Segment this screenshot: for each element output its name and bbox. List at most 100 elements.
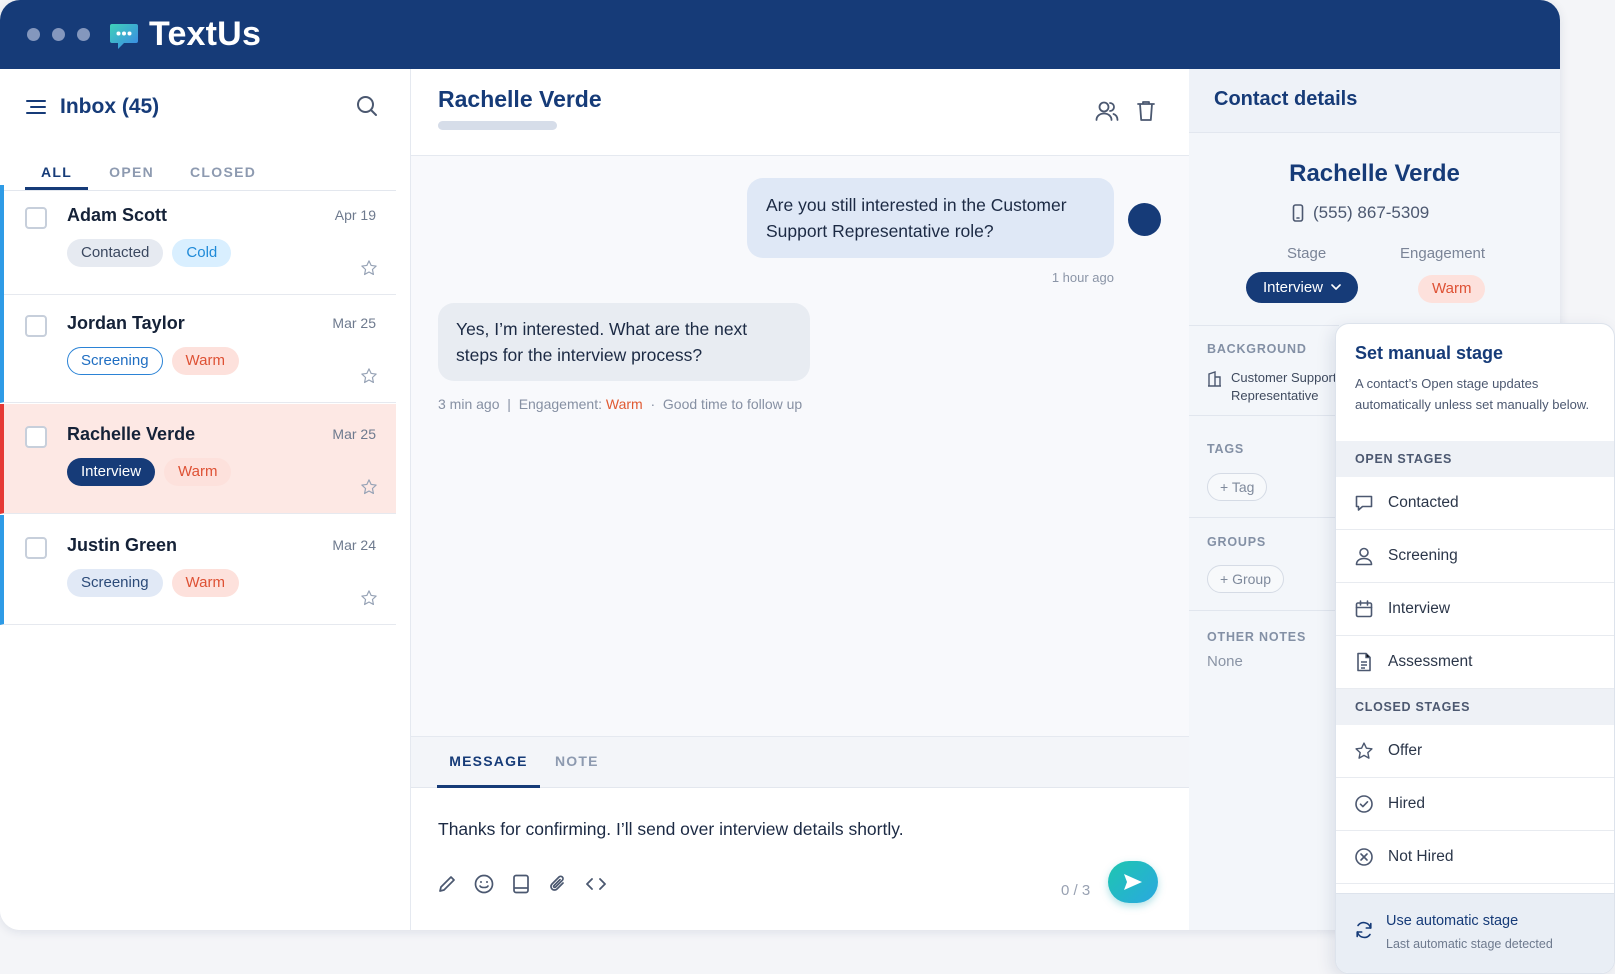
star-icon[interactable]: [360, 589, 378, 607]
add-tag-button[interactable]: + Tag: [1207, 473, 1268, 501]
contact-name: Rachelle Verde: [1289, 160, 1460, 187]
stage-menu-popover: Set manual stage A contact’s Open stage …: [1335, 323, 1615, 974]
contact-name: Adam Scott: [67, 205, 168, 225]
message-input[interactable]: Thanks for confirming. I’ll send over in…: [438, 819, 904, 840]
contact-name: Rachelle Verde: [67, 424, 196, 444]
refresh-icon: [1356, 921, 1372, 939]
star-icon[interactable]: [360, 259, 378, 277]
send-icon: [1124, 874, 1142, 890]
select-checkbox[interactable]: [25, 315, 47, 337]
tab-message[interactable]: MESSAGE: [437, 737, 540, 788]
conversation-item-selected[interactable]: Rachelle Verde Mar 25 Interview Warm: [0, 404, 396, 514]
trash-icon[interactable]: [1136, 100, 1156, 122]
contacts-icon[interactable]: [1095, 100, 1119, 122]
background-label: BACKGROUND: [1207, 342, 1307, 356]
conversation-item[interactable]: Justin Green Mar 24 Screening Warm: [0, 515, 396, 625]
star-icon[interactable]: [360, 478, 378, 496]
engagement-badge: Cold: [172, 239, 232, 267]
notes-label: OTHER NOTES: [1207, 630, 1307, 644]
message-timestamp: 1 hour ago: [1051, 270, 1114, 285]
chevron-down-icon: [1331, 284, 1341, 290]
stage-option-hired[interactable]: Hired: [1336, 778, 1614, 831]
stage-option-label: Screening: [1388, 547, 1458, 564]
stage-option-interview[interactable]: Interview: [1336, 583, 1614, 636]
conversation-date: Apr 19: [334, 207, 376, 223]
emoji-icon[interactable]: [473, 873, 495, 895]
stage-option-contacted[interactable]: Contacted: [1336, 477, 1614, 530]
automatic-stage-option[interactable]: Use automatic stage Last automatic stage…: [1336, 893, 1614, 973]
contact-phone: (555) 867-5309: [1292, 203, 1429, 223]
inbox-sidebar: Inbox (45) ALL OPEN CLOSED Adam Scott Ap…: [0, 69, 411, 930]
stage-option-label: Not Hired: [1388, 848, 1454, 865]
background-value: Customer Support Representative: [1231, 370, 1337, 403]
user-icon: [1355, 547, 1373, 566]
conversation-item[interactable]: Adam Scott Apr 19 Contacted Cold: [0, 185, 396, 295]
background-row: Customer Support Representative: [1207, 369, 1342, 405]
phone-number: (555) 867-5309: [1313, 203, 1430, 222]
star-icon: [1355, 742, 1373, 759]
subtitle-placeholder: [438, 121, 557, 130]
select-checkbox[interactable]: [25, 537, 47, 559]
popover-title: Set manual stage: [1355, 343, 1504, 363]
logo-icon: [110, 23, 138, 49]
composer-tabs: MESSAGE NOTE: [411, 737, 1189, 788]
inbox-header: Inbox (45): [26, 95, 159, 119]
conversation-date: Mar 25: [332, 426, 376, 442]
brand: TextUs: [108, 15, 261, 54]
x-circle-icon: [1355, 848, 1373, 866]
menu-icon[interactable]: [26, 99, 46, 115]
stage-option-assessment[interactable]: Assessment: [1336, 636, 1614, 689]
code-icon[interactable]: [584, 873, 608, 895]
message-timestamp: 3 min ago: [438, 396, 500, 412]
message-composer: MESSAGE NOTE Thanks for confirming. I’ll…: [411, 736, 1189, 930]
app-name: TextUs: [149, 15, 262, 53]
conversation-title: Rachelle Verde: [438, 86, 602, 112]
tab-note[interactable]: NOTE: [555, 737, 599, 788]
divider: [1189, 415, 1339, 416]
stage-badge: Contacted: [67, 239, 164, 267]
incoming-message: Yes, I’m interested. What are the next s…: [438, 303, 810, 381]
conversation-item[interactable]: Jordan Taylor Mar 25 Screening Warm: [0, 293, 396, 403]
panel-title: Contact details: [1214, 88, 1358, 110]
stage-badge: Screening: [67, 347, 163, 375]
document-icon: [1357, 652, 1371, 672]
stage-option-label: Hired: [1388, 795, 1426, 812]
contact-name: Justin Green: [67, 535, 178, 555]
app-window: TextUs Inbox (45) ALL OPEN CLOSED Adam S…: [0, 0, 1560, 930]
stage-badge: Interview: [67, 458, 156, 486]
add-group-label: Group: [1232, 571, 1271, 587]
select-checkbox[interactable]: [25, 207, 47, 229]
stage-option-offer[interactable]: Offer: [1336, 725, 1614, 778]
star-icon[interactable]: [360, 367, 378, 385]
stage-option-screening[interactable]: Screening: [1336, 530, 1614, 583]
edit-icon[interactable]: [436, 873, 458, 895]
window-controls: [27, 28, 90, 41]
top-bar: TextUs: [0, 0, 1560, 69]
composer-toolbar: [436, 873, 608, 895]
add-group-button[interactable]: + Group: [1207, 565, 1284, 593]
groups-label: GROUPS: [1207, 535, 1266, 549]
stage-option-not-hired[interactable]: Not Hired: [1336, 831, 1614, 884]
stage-option-label: Contacted: [1388, 494, 1459, 511]
conversation-header: Rachelle Verde: [411, 69, 1189, 156]
stage-dropdown[interactable]: Interview: [1246, 272, 1358, 303]
divider: [1189, 517, 1339, 518]
template-icon[interactable]: [510, 873, 532, 895]
engagement-badge: Warm: [164, 458, 232, 486]
calendar-icon: [1355, 600, 1373, 618]
search-icon[interactable]: [356, 95, 378, 117]
send-button[interactable]: [1108, 861, 1158, 903]
message-meta: 3 min ago | Engagement: Warm · Good time…: [438, 396, 803, 412]
engagement-value: Warm: [605, 396, 643, 412]
panel-header: Contact details: [1189, 69, 1560, 133]
stage-option-label: Interview: [1388, 600, 1451, 617]
stage-value: Interview: [1262, 279, 1324, 296]
select-checkbox[interactable]: [25, 426, 47, 448]
avatar: [1128, 203, 1161, 236]
engagement-label: Engagement:: [518, 396, 602, 412]
conversation-panel: Rachelle Verde Are you still interested …: [411, 69, 1189, 930]
attach-icon[interactable]: [547, 873, 569, 895]
engagement-badge: Warm: [1418, 275, 1486, 303]
outgoing-message: Are you still interested in the Customer…: [747, 178, 1114, 258]
add-tag-label: Tag: [1231, 479, 1255, 495]
